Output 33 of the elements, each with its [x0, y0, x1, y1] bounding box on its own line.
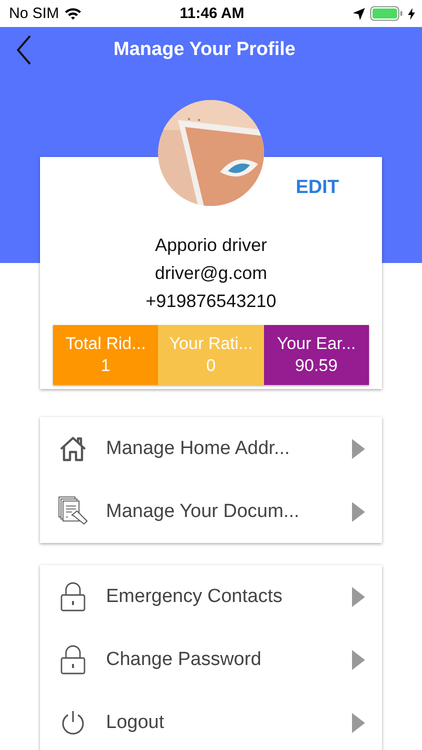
menu-item[interactable]: Manage Your Docum...	[40, 480, 382, 543]
back-chevron-icon[interactable]	[16, 35, 32, 65]
driver-name: Apporio driver	[154, 234, 268, 257]
menu-item[interactable]: Manage Home Addr...	[40, 417, 382, 480]
edit-button[interactable]: EDIT	[296, 175, 339, 201]
wifi-icon	[64, 7, 82, 20]
menu-item[interactable]: Emergency Contacts	[40, 565, 382, 628]
menu-item[interactable]: Change Password	[40, 628, 382, 691]
power-icon	[60, 710, 86, 736]
chevron-right-icon	[352, 586, 365, 606]
documents-icon	[58, 496, 88, 528]
driver-email: driver@g.com	[154, 262, 268, 285]
chevron-right-icon	[352, 712, 365, 732]
carrier-text: No SIM	[9, 5, 60, 22]
chevron-right-icon	[352, 502, 365, 522]
stat-label: Your Ear...	[276, 333, 356, 355]
chevron-right-icon	[352, 650, 365, 670]
charging-bolt-icon	[408, 8, 416, 20]
stat-value: 0	[206, 355, 216, 377]
page-title: Manage Your Profile	[112, 39, 296, 61]
menu-item[interactable]: Logout	[40, 691, 382, 750]
padlock-icon	[60, 644, 86, 674]
stat-label: Your Rati...	[169, 333, 253, 355]
clock-time: 11:46 AM	[180, 5, 244, 22]
padlock-icon	[60, 582, 86, 612]
battery-icon	[370, 6, 404, 21]
driver-phone: +919876543210	[144, 290, 278, 313]
stat-value: 1	[100, 355, 110, 377]
location-arrow-icon	[353, 8, 366, 20]
stat-label: Total Rid...	[66, 333, 146, 355]
home-icon	[59, 436, 87, 462]
chevron-right-icon	[352, 438, 365, 458]
stat-value: 90.59	[295, 355, 338, 377]
